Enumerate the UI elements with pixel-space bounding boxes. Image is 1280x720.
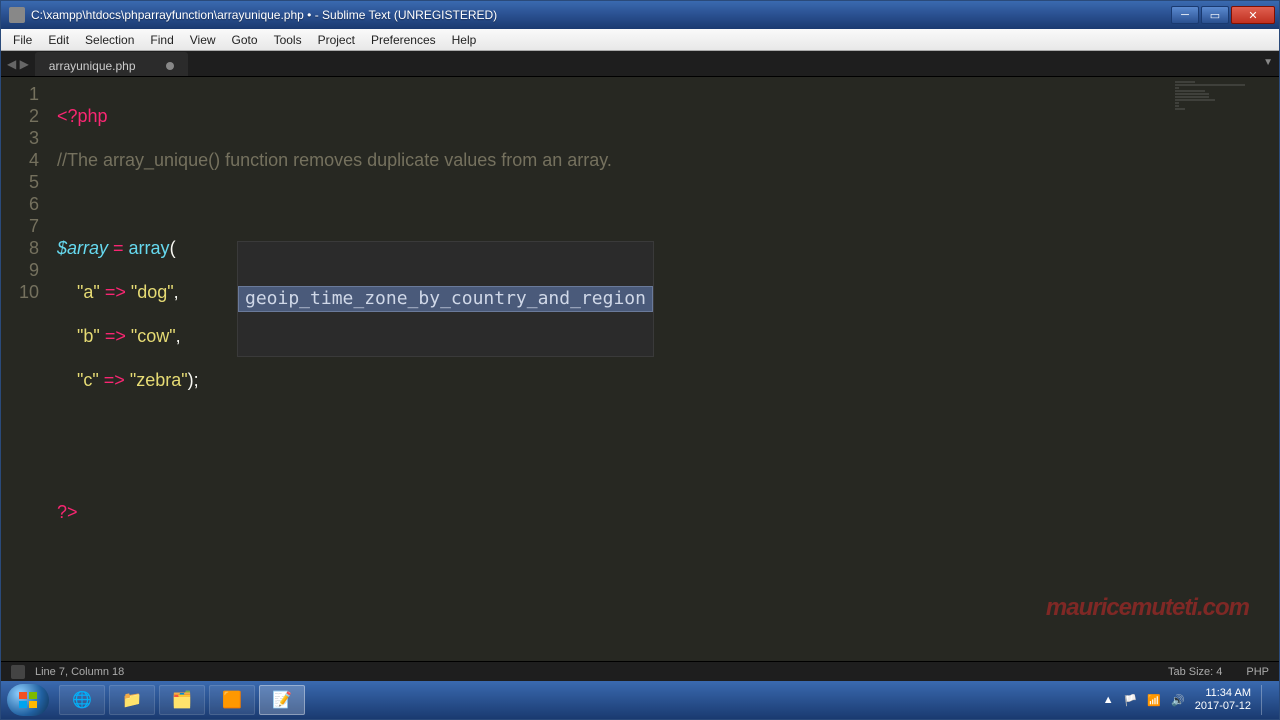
taskbar-explorer[interactable]: 📁 — [109, 685, 155, 715]
autocomplete-popup[interactable]: geoip_time_zone_by_country_and_region — [237, 241, 654, 357]
tab-dirty-indicator — [166, 62, 174, 70]
status-icon[interactable] — [11, 665, 25, 679]
autocomplete-item[interactable]: geoip_time_zone_by_country_and_region — [238, 286, 653, 312]
code-editor[interactable]: 1 2 3 4 5 6 7 8 9 10 <?php //The array_u… — [1, 77, 1279, 661]
show-desktop-button[interactable] — [1261, 685, 1273, 715]
tray-network-icon[interactable]: 📶 — [1147, 694, 1161, 707]
menu-bar: File Edit Selection Find View Goto Tools… — [1, 29, 1279, 51]
close-button[interactable]: ✕ — [1231, 6, 1275, 24]
tab-active[interactable]: arrayunique.php — [35, 52, 188, 76]
taskbar-sublime[interactable]: 📝 — [259, 685, 305, 715]
tab-bar: ◀ ▶ arrayunique.php ▼ — [1, 51, 1279, 77]
status-bar: Line 7, Column 18 Tab Size: 4 PHP — [1, 661, 1279, 681]
tab-label: arrayunique.php — [49, 59, 136, 73]
menu-goto[interactable]: Goto — [224, 31, 266, 49]
system-tray[interactable]: ▲ 🏳️ 📶 🔊 11:34 AM 2017-07-12 — [1103, 685, 1273, 715]
tray-volume-icon[interactable]: 🔊 — [1171, 694, 1185, 707]
menu-project[interactable]: Project — [310, 31, 363, 49]
line-gutter: 1 2 3 4 5 6 7 8 9 10 — [1, 77, 49, 661]
minimap[interactable] — [1175, 81, 1275, 121]
menu-edit[interactable]: Edit — [40, 31, 77, 49]
app-icon — [9, 7, 25, 23]
taskbar-items: 🌐 📁 🗂️ 🟧 📝 — [59, 685, 305, 715]
menu-tools[interactable]: Tools — [266, 31, 310, 49]
status-cursor-position[interactable]: Line 7, Column 18 — [35, 666, 124, 678]
tray-clock[interactable]: 11:34 AM 2017-07-12 — [1195, 687, 1251, 713]
minimize-button[interactable]: ─ — [1171, 6, 1199, 24]
menu-help[interactable]: Help — [444, 31, 485, 49]
taskbar-app1[interactable]: 🗂️ — [159, 685, 205, 715]
menu-file[interactable]: File — [5, 31, 40, 49]
taskbar: 🌐 📁 🗂️ 🟧 📝 ▲ 🏳️ 📶 🔊 11:34 AM 2017-07-12 — [1, 681, 1279, 719]
maximize-button[interactable]: ▭ — [1201, 6, 1229, 24]
window-title: C:\xampp\htdocs\phparrayfunction\arrayun… — [31, 8, 1171, 22]
window-controls: ─ ▭ ✕ — [1171, 6, 1275, 24]
title-bar: C:\xampp\htdocs\phparrayfunction\arrayun… — [1, 1, 1279, 29]
menu-selection[interactable]: Selection — [77, 31, 142, 49]
taskbar-xampp[interactable]: 🟧 — [209, 685, 255, 715]
tab-nav-arrows[interactable]: ◀ ▶ — [1, 51, 35, 76]
menu-view[interactable]: View — [182, 31, 224, 49]
code-area[interactable]: <?php //The array_unique() function remo… — [49, 77, 1279, 661]
taskbar-ie[interactable]: 🌐 — [59, 685, 105, 715]
status-tab-size[interactable]: Tab Size: 4 — [1168, 666, 1222, 678]
tray-flag-icon[interactable]: 🏳️ — [1124, 694, 1138, 707]
windows-logo-icon — [19, 692, 37, 708]
menu-preferences[interactable]: Preferences — [363, 31, 444, 49]
tab-dropdown-icon[interactable]: ▼ — [1263, 57, 1273, 68]
menu-find[interactable]: Find — [142, 31, 181, 49]
tray-arrow-icon[interactable]: ▲ — [1103, 694, 1114, 706]
status-syntax[interactable]: PHP — [1246, 666, 1269, 678]
start-button[interactable] — [7, 684, 49, 716]
